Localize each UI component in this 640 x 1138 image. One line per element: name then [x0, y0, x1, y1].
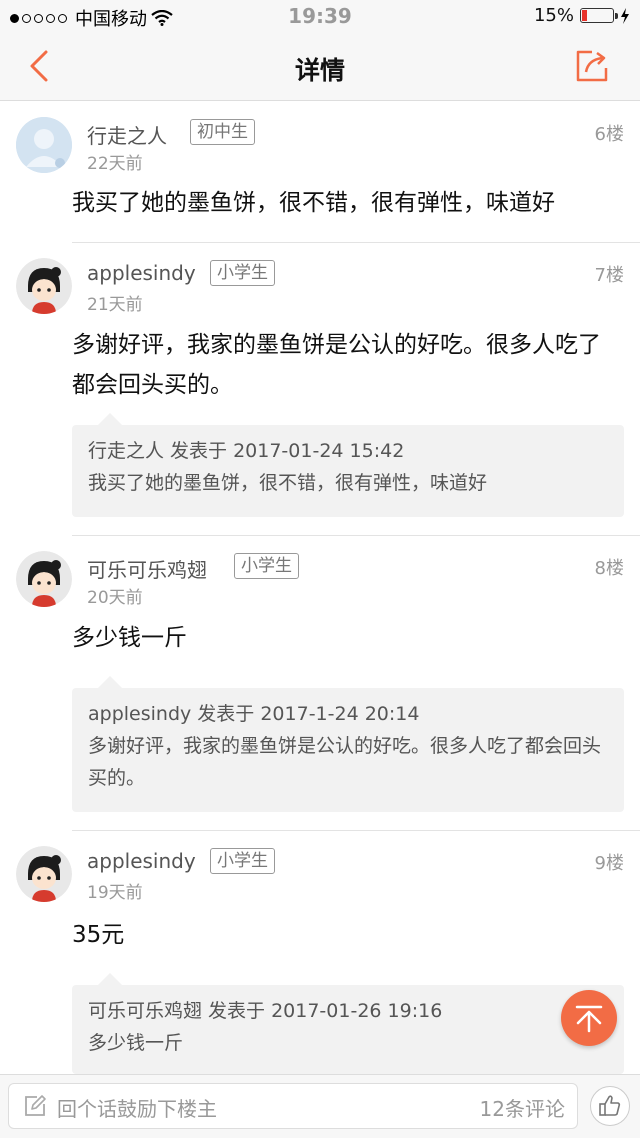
reply-input[interactable]: 回个话鼓励下楼主 12条评论: [8, 1083, 578, 1129]
floor-number: 8楼: [594, 558, 624, 579]
quote-pointer: [98, 676, 122, 688]
quote-header: applesindy 发表于 2017-1-24 20:14: [88, 703, 420, 725]
girl-avatar-icon: [16, 258, 72, 314]
page-title: 详情: [294, 56, 345, 85]
battery-icon: [580, 8, 618, 23]
quote-pointer: [98, 973, 122, 985]
quote-text: 我买了她的墨鱼饼，很不错，很有弹性，味道好: [88, 472, 488, 494]
comment-count[interactable]: 12条评论: [480, 1093, 565, 1122]
comment-text: 35元: [72, 922, 125, 948]
girl-avatar-icon: [16, 551, 72, 607]
default-avatar-icon: [16, 117, 72, 173]
like-button[interactable]: [590, 1086, 630, 1126]
user-level-badge: 小学生: [210, 260, 275, 286]
avatar[interactable]: [16, 258, 72, 314]
quoted-reply: 行走之人 发表于 2017-01-24 15:42 我买了她的墨鱼饼，很不错，很…: [72, 413, 624, 517]
back-to-top-button[interactable]: [561, 990, 617, 1046]
nav-bar: 详情: [0, 34, 640, 101]
post-time: 21天前: [87, 295, 143, 315]
quote-header: 可乐可乐鸡翅 发表于 2017-01-26 19:16: [88, 1000, 443, 1022]
comment-item: applesindy 小学生 21天前 7楼 多谢好评，我家的墨鱼饼是公认的好吃…: [0, 243, 640, 535]
share-icon[interactable]: [572, 46, 612, 86]
floor-number: 9楼: [594, 853, 624, 874]
quote-pointer: [98, 413, 122, 425]
post-time: 20天前: [87, 588, 143, 608]
user-level-badge: 小学生: [234, 553, 299, 579]
avatar[interactable]: [16, 846, 72, 902]
comment-item: 行走之人 初中生 22天前 6楼 我买了她的墨鱼饼，很不错，很有弹性，味道好: [0, 100, 640, 242]
avatar[interactable]: [16, 117, 72, 173]
quoted-reply: applesindy 发表于 2017-1-24 20:14 多谢好评，我家的墨…: [72, 676, 624, 812]
bottom-bar: 回个话鼓励下楼主 12条评论: [0, 1074, 640, 1138]
comment-text: 我买了她的墨鱼饼，很不错，很有弹性，味道好: [72, 190, 555, 216]
comment-item: 可乐可乐鸡翅 小学生 20天前 8楼 多少钱一斤 applesindy 发表于 …: [0, 536, 640, 830]
girl-avatar-icon: [16, 846, 72, 902]
comment-item: applesindy 小学生 19天前 9楼 35元 可乐可乐鸡翅 发表于 20…: [0, 831, 640, 1074]
user-level-badge: 小学生: [210, 848, 275, 874]
user-name[interactable]: applesindy: [87, 261, 196, 285]
quote-header: 行走之人 发表于 2017-01-24 15:42: [88, 440, 405, 462]
reply-placeholder: 回个话鼓励下楼主: [57, 1097, 217, 1121]
post-time: 19天前: [87, 883, 143, 903]
user-name[interactable]: 可乐可乐鸡翅: [87, 554, 207, 583]
quoted-reply: 可乐可乐鸡翅 发表于 2017-01-26 19:16 多少钱一斤: [72, 973, 624, 1074]
floor-number: 7楼: [594, 265, 624, 286]
comment-text: 多少钱一斤: [72, 625, 187, 651]
user-name[interactable]: applesindy: [87, 849, 196, 873]
avatar[interactable]: [16, 551, 72, 607]
comment-text: 多谢好评，我家的墨鱼饼是公认的好吃。很多人吃了都会回头买的。: [72, 332, 601, 398]
pen-icon: [25, 1095, 46, 1116]
battery-percent: 15%: [533, 5, 574, 26]
quote-text: 多谢好评，我家的墨鱼饼是公认的好吃。很多人吃了都会回头买的。: [88, 735, 602, 789]
top-icon: [575, 1005, 603, 1033]
battery-group: 15%: [534, 5, 630, 26]
user-name[interactable]: 行走之人: [87, 120, 167, 149]
floor-number: 6楼: [594, 124, 624, 145]
charging-icon: [621, 7, 629, 24]
quote-text: 多少钱一斤: [88, 1032, 184, 1054]
post-time: 22天前: [87, 154, 143, 174]
status-bar: 中国移动 19:39 15%: [0, 0, 640, 34]
user-level-badge: 初中生: [190, 119, 255, 145]
thumbs-up-icon: [599, 1095, 621, 1116]
